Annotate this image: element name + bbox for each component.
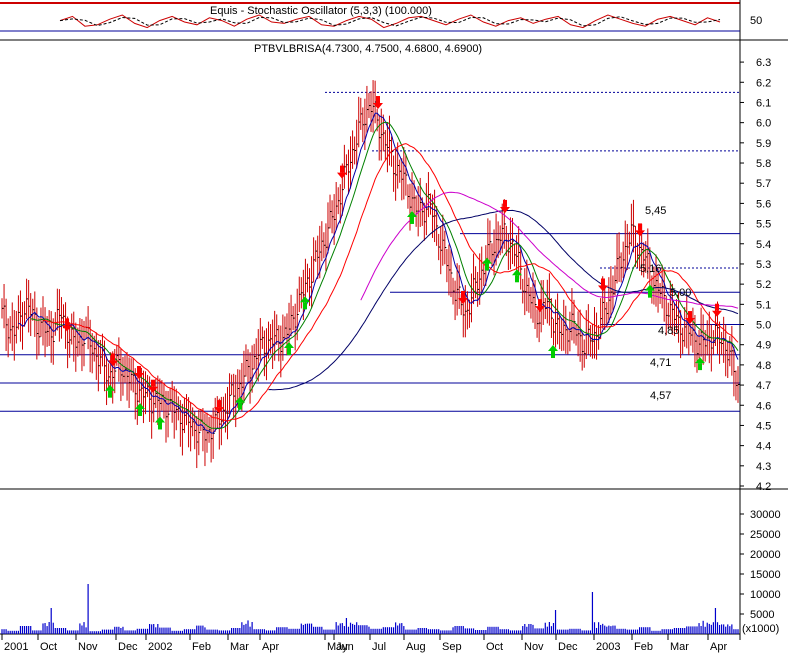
volume-tick-label: 30000 [750,509,781,521]
price-tick-label: 5.4 [756,239,771,251]
price-tick-label: 5.2 [756,279,771,291]
price-tick-label: 4.3 [756,461,771,473]
price-tick-label: 6.0 [756,118,771,130]
chart-root: Equis - Stochastic Oscillator (5,3,3) (1… [0,0,788,653]
level-label-516: 5,16 [640,263,661,275]
price-tick-label: 5.0 [756,320,771,332]
price-tick-label: 5.1 [756,299,771,311]
price-tick-label: 4.5 [756,420,771,432]
x-tick-label: Aug [406,641,426,653]
x-tick-label: Oct [486,641,503,653]
price-tick-label: 6.3 [756,57,771,69]
x-tick-label: Jul [372,641,386,653]
level-label-457: 4,57 [650,390,671,402]
price-tick-label: 4.4 [756,441,771,453]
price-tick-label: 5.5 [756,219,771,231]
volume-tick-label: 5000 [750,609,774,621]
x-tick-label: Mar [230,641,249,653]
volume-tick-label: 20000 [750,549,781,561]
x-tick-label: Feb [634,641,653,653]
price-tick-label: 4.9 [756,340,771,352]
price-tick-label: 4.8 [756,360,771,372]
oscillator-tick-50: 50 [750,15,762,27]
x-tick-label: Nov [524,641,544,653]
x-tick-label: Dec [558,641,578,653]
price-title: PTBVLBRISA(4.7300, 4.7500, 4.6800, 4.690… [254,43,482,55]
price-tick-label: 4.6 [756,400,771,412]
level-label-500: 5,00 [670,287,691,299]
price-tick-label: 5.6 [756,198,771,210]
chart-svg: Equis - Stochastic Oscillator (5,3,3) (1… [0,0,788,653]
price-tick-label: 6.1 [756,97,771,109]
level-label-545: 5,45 [645,205,666,217]
x-tick-label: Oct [40,641,57,653]
price-tick-label: 4.2 [756,481,771,493]
price-tick-label: 5.3 [756,259,771,271]
oscillator-title: Equis - Stochastic Oscillator (5,3,3) (1… [210,5,432,17]
price-tick-label: 5.8 [756,158,771,170]
x-tick-label: Apr [710,641,727,653]
x-tick-label: Apr [262,641,279,653]
x-tick-label: Sep [442,641,462,653]
x-tick-label: Dec [118,641,138,653]
price-tick-label: 4.7 [756,380,771,392]
price-tick-label: 6.2 [756,77,771,89]
x-tick-label: Jun [336,641,354,653]
x-tick-label: 2003 [596,641,620,653]
level-label-471: 4,71 [650,357,671,369]
price-tick-label: 5.9 [756,138,771,150]
level-label-485: 4,85 [658,325,679,337]
x-tick-label: Mar [670,641,689,653]
x-tick-label: Feb [192,641,211,653]
x-tick-label: 2002 [148,641,172,653]
volume-tick-label: 15000 [750,569,781,581]
volume-multiplier: (x1000) [742,623,779,635]
price-tick-label: 5.7 [756,178,771,190]
x-tick-label: Nov [78,641,98,653]
x-tick-label: 2001 [4,641,28,653]
volume-tick-label: 25000 [750,529,781,541]
volume-tick-label: 10000 [750,589,781,601]
